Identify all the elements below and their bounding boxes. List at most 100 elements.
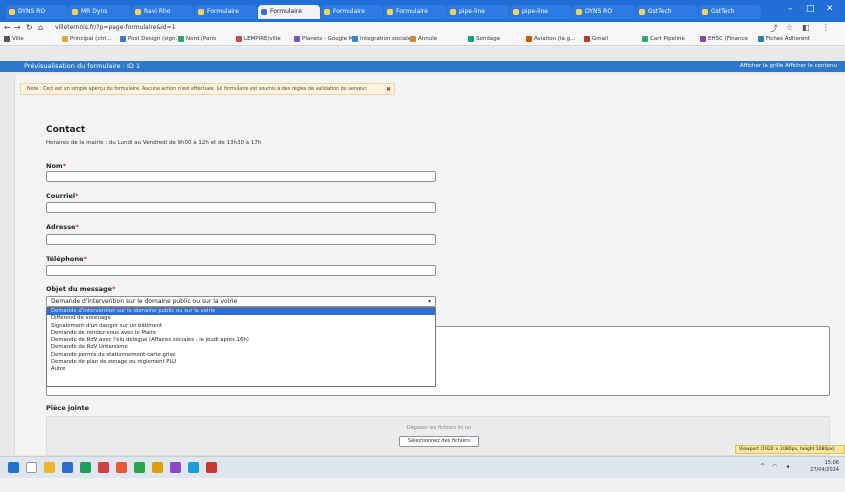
- tab-label: pipe-line: [522, 8, 548, 15]
- bookmark-item[interactable]: Ville: [4, 35, 24, 44]
- search-icon[interactable]: [26, 462, 37, 473]
- bookmark-item[interactable]: Aviation (la g...: [526, 35, 575, 44]
- browser-tab[interactable]: Formulaire: [384, 5, 446, 19]
- close-note-icon[interactable]: ✖: [386, 84, 391, 94]
- bookmark-item[interactable]: LEMPIRE/ville: [236, 35, 281, 44]
- bookmark-item[interactable]: Principal (ctrl...: [62, 35, 112, 44]
- excel-icon[interactable]: [134, 462, 145, 473]
- tab-label: DYNS RO: [18, 8, 46, 15]
- mail-icon[interactable]: [62, 462, 73, 473]
- browser-tab[interactable]: Ravi Rho: [132, 5, 194, 19]
- header-links[interactable]: Afficher la grille Afficher le contenu: [740, 62, 837, 71]
- tab-favicon-icon: [576, 9, 582, 15]
- file-dropzone[interactable]: Déposer les fichiers ici ou Sélectionnez…: [46, 416, 830, 456]
- browser-tab[interactable]: GstTech: [699, 5, 761, 19]
- browser-tab[interactable]: DYNS RO: [573, 5, 635, 19]
- subject-option[interactable]: Différend de voisinage: [47, 315, 435, 322]
- tab-favicon-icon: [450, 9, 456, 15]
- subject-option[interactable]: Signalement d'un danger sur un bâtiment: [47, 323, 435, 330]
- dropzone-text: Déposer les fichiers ici ou: [406, 425, 472, 431]
- onenote-icon[interactable]: [170, 462, 181, 473]
- bookmark-label: EHSC (Finance: [708, 36, 748, 42]
- file-explorer-icon[interactable]: [44, 462, 55, 473]
- bookmark-item[interactable]: Gmail: [584, 35, 608, 44]
- browser-tab[interactable]: GstTech: [636, 5, 698, 19]
- tab-favicon-icon: [702, 9, 708, 15]
- browser-tab[interactable]: pipe-line: [510, 5, 572, 19]
- tab-label: Formulaire: [270, 8, 302, 15]
- select-files-button[interactable]: Sélectionnez des fichiers: [399, 436, 479, 447]
- browser-tab[interactable]: Formulaire: [321, 5, 383, 19]
- tab-favicon-icon: [513, 9, 519, 15]
- minimize-icon[interactable]: –: [788, 4, 793, 14]
- subject-option[interactable]: Demande de rendez-vous avec le Maire: [47, 330, 435, 337]
- tab-label: GstTech: [648, 8, 672, 15]
- reload-icon[interactable]: ↻: [26, 22, 33, 34]
- email-field[interactable]: [46, 202, 436, 213]
- close-window-icon[interactable]: ✕: [826, 4, 834, 14]
- bookmark-icon: [178, 35, 184, 42]
- subject-option[interactable]: Demande de RdV avec l'élu délégué (Affai…: [47, 337, 435, 344]
- app-icon[interactable]: [98, 462, 109, 473]
- share-icon[interactable]: ⤴: [770, 23, 778, 34]
- browser-tab[interactable]: DYNS RO: [6, 5, 68, 19]
- name-field[interactable]: [46, 171, 436, 182]
- maximize-icon[interactable]: □: [806, 4, 815, 14]
- tab-favicon-icon: [261, 9, 267, 15]
- bookmark-label: Principal (ctrl...: [70, 36, 112, 42]
- browser-tab[interactable]: Formulaire: [195, 5, 257, 19]
- viewport-badge: Viewport (1920 × 1080px, height 1080px): [735, 445, 845, 454]
- address-field[interactable]: [46, 234, 436, 245]
- bookmark-item[interactable]: Nord (Paris: [178, 35, 216, 44]
- tab-label: pipe-line: [459, 8, 485, 15]
- bookmark-item[interactable]: Sondage: [468, 35, 500, 44]
- bookmark-icon: [294, 35, 300, 42]
- tab-favicon-icon: [639, 9, 645, 15]
- subject-option[interactable]: Demande de RdV Urbanisme: [47, 344, 435, 351]
- bookmark-item[interactable]: Cart Pipeline: [642, 35, 685, 44]
- subject-option[interactable]: Autre: [47, 366, 435, 373]
- tray-chevron-icon[interactable]: ^: [760, 463, 765, 470]
- menu-icon[interactable]: ⋮: [822, 23, 830, 32]
- teams-icon[interactable]: [152, 462, 163, 473]
- phone-field[interactable]: [46, 265, 436, 276]
- browser-tab[interactable]: Formulaire: [258, 5, 320, 19]
- bookmark-label: LEMPIRE/ville: [244, 36, 281, 42]
- bookmark-icon: [700, 35, 706, 42]
- sidebar-icon[interactable]: ◧: [802, 23, 810, 32]
- star-icon[interactable]: ☆: [786, 23, 793, 32]
- start-icon[interactable]: [8, 462, 19, 473]
- browser-tab[interactable]: pipe-line: [447, 5, 509, 19]
- bookmark-item[interactable]: Post Design (sign...: [120, 35, 181, 44]
- bookmark-item[interactable]: Planets - Google M...: [294, 35, 359, 44]
- browser-tab[interactable]: MR Dyns: [69, 5, 131, 19]
- subject-option[interactable]: Demande de plan de zonage ou règlement P…: [47, 359, 435, 366]
- pdf-icon[interactable]: [206, 462, 217, 473]
- app-header: Prévisualisation du formulaire : ID 1 Af…: [0, 61, 845, 72]
- outlook-icon[interactable]: [188, 462, 199, 473]
- bookmark-item[interactable]: Integration sociale...: [352, 35, 416, 44]
- bookmark-label: Post Design (sign...: [128, 36, 181, 42]
- browser-tab-bar: DYNS RO MR Dyns Ravi Rho Formulaire Formulai…: [0, 0, 845, 22]
- forward-icon[interactable]: →: [14, 22, 21, 34]
- subject-select[interactable]: Demande d'intervention sur le domaine pu…: [46, 296, 436, 307]
- subject-option[interactable]: Demande permis de stationnement-carte gr…: [47, 352, 435, 359]
- bookmark-icon: [62, 35, 68, 42]
- home-icon[interactable]: ⌂: [38, 22, 43, 34]
- bookmark-item[interactable]: Annule: [410, 35, 437, 44]
- tab-favicon-icon: [135, 9, 141, 15]
- network-icon[interactable]: ◠: [772, 463, 777, 470]
- back-icon[interactable]: ←: [4, 22, 11, 34]
- chrome-icon[interactable]: [116, 462, 127, 473]
- bookmark-icon: [352, 35, 358, 42]
- bookmark-icon: [758, 35, 764, 42]
- subject-option[interactable]: Demande d'intervention sur le domaine pu…: [47, 308, 435, 316]
- system-clock[interactable]: 15:06 27/04/2024: [810, 460, 839, 474]
- volume-icon[interactable]: ◂: [786, 463, 789, 470]
- store-icon[interactable]: [80, 462, 91, 473]
- url-field[interactable]: villeternois.fr/?p=page-formulaire&id=1: [55, 24, 695, 32]
- bookmark-label: Nord (Paris: [186, 36, 217, 42]
- bookmark-item[interactable]: Fiches Adherent: [758, 35, 810, 44]
- bookmark-item[interactable]: EHSC (Finance: [700, 35, 748, 44]
- tab-favicon-icon: [9, 9, 15, 15]
